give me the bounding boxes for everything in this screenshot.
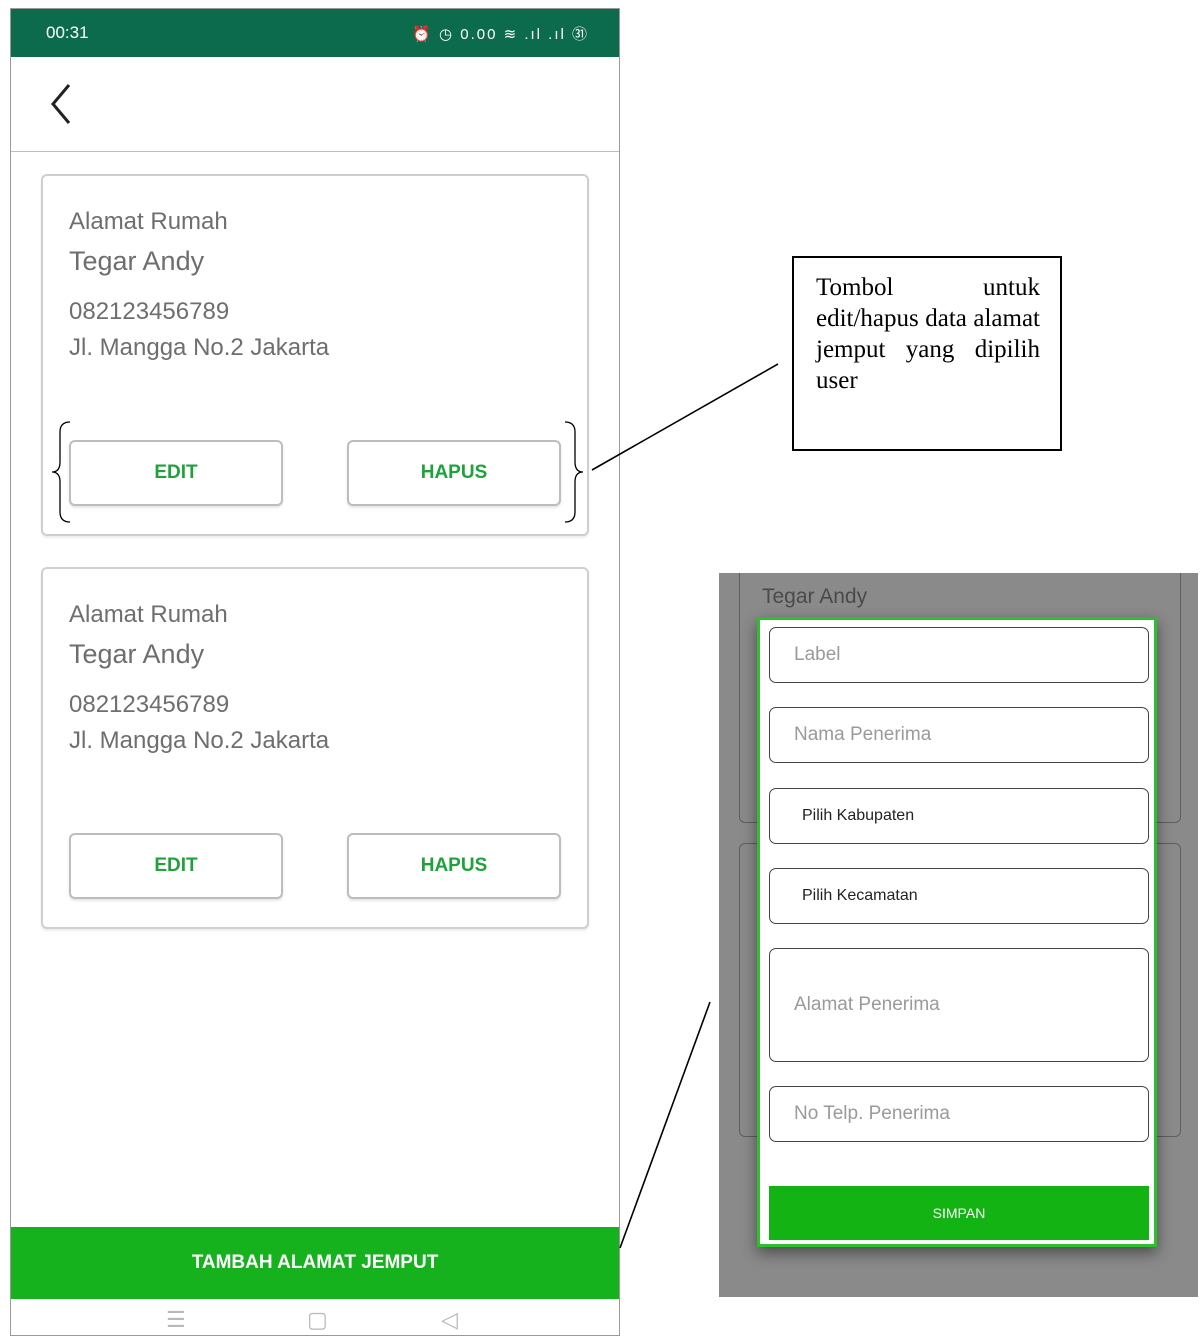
- recipient-address-input[interactable]: Alamat Penerima: [769, 948, 1149, 1062]
- address-form-dialog: Label Nama Penerima Pilih Kabupaten Pili…: [757, 617, 1157, 1247]
- callout-note: Tombol untuk edit/hapus data alamat jemp…: [792, 256, 1062, 451]
- recipient-phone-input[interactable]: No Telp. Penerima: [769, 1086, 1149, 1142]
- regency-select[interactable]: Pilih Kabupaten: [769, 788, 1149, 844]
- district-select[interactable]: Pilih Kecamatan: [769, 868, 1149, 924]
- background-recipient-name: Tegar Andy: [762, 585, 868, 608]
- recipient-name-input[interactable]: Nama Penerima: [769, 707, 1149, 763]
- save-button[interactable]: SIMPAN: [769, 1186, 1149, 1240]
- label-input[interactable]: Label: [769, 627, 1149, 683]
- add-address-dialog-screenshot: Tegar Andy Label Nama Penerima Pilih Kab…: [719, 573, 1198, 1297]
